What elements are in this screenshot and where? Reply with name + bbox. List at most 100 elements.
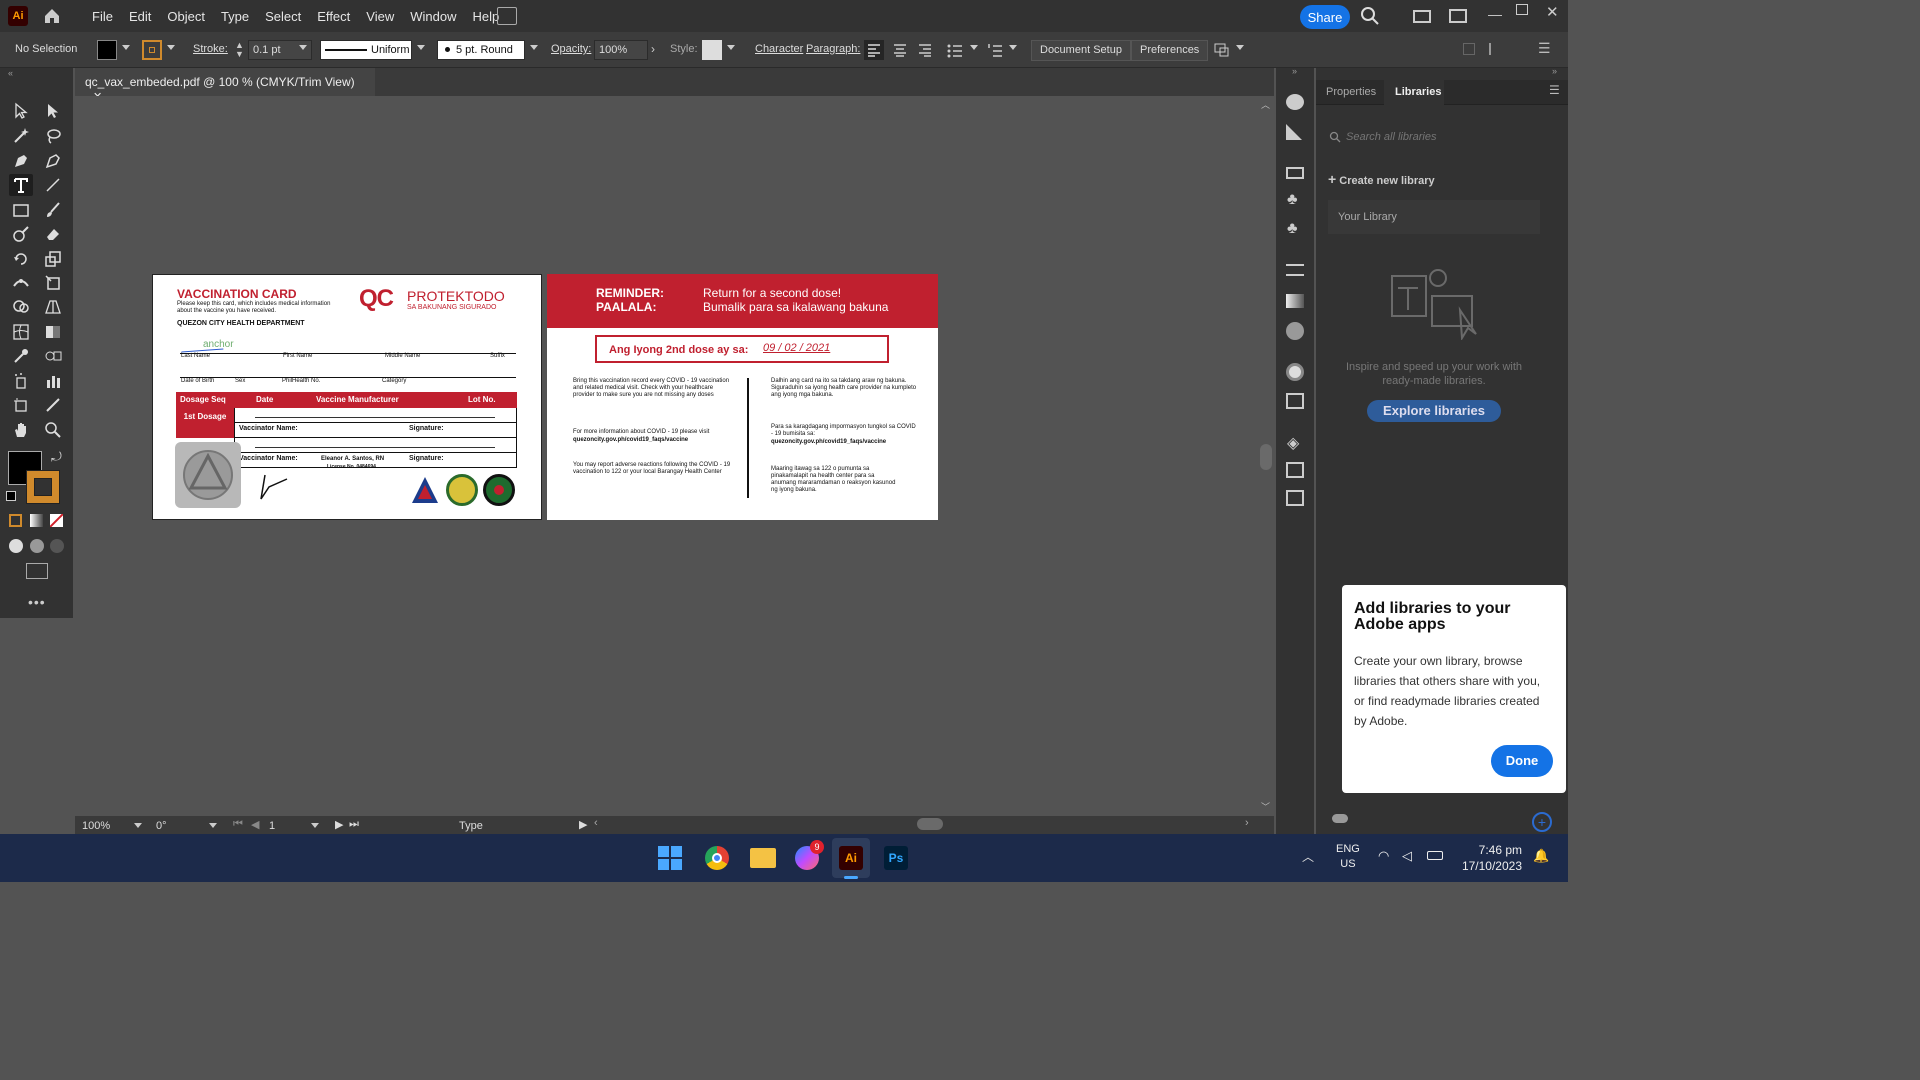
collapse-toolbar-icon[interactable]: « — [8, 68, 13, 78]
zoom-dropdown-icon[interactable] — [134, 823, 142, 828]
arrange-icon[interactable] — [1213, 41, 1231, 62]
variable-width-profile[interactable]: Uniform — [320, 40, 412, 60]
document-setup-button[interactable]: Document Setup — [1031, 40, 1131, 61]
graphic-style-swatch[interactable] — [702, 40, 722, 60]
opacity-input[interactable]: 100% — [594, 40, 648, 60]
stroke-label[interactable]: Stroke: — [193, 43, 228, 55]
artboard-tool-icon[interactable] — [9, 394, 33, 416]
first-artboard-icon[interactable]: ⏮ — [233, 818, 243, 831]
swatches-icon[interactable] — [1286, 167, 1304, 179]
scroll-right-icon[interactable]: › — [1245, 817, 1249, 829]
curvature-tool-icon[interactable] — [41, 150, 65, 172]
menu-file[interactable]: File — [84, 9, 121, 24]
default-colors-icon[interactable] — [6, 491, 16, 501]
artboards-icon[interactable] — [1286, 490, 1304, 506]
fill-dropdown-icon[interactable] — [122, 45, 130, 50]
stroke-weight-dropdown-icon[interactable] — [299, 45, 307, 50]
last-artboard-icon[interactable]: ⏭ — [349, 818, 359, 831]
menu-view[interactable]: View — [358, 9, 402, 24]
align-right-icon[interactable] — [915, 40, 935, 63]
rectangle-tool-icon[interactable] — [9, 199, 33, 221]
menu-edit[interactable]: Edit — [121, 9, 159, 24]
artboard-dropdown-icon[interactable] — [311, 823, 319, 828]
scroll-up-icon[interactable]: ︿ — [1261, 98, 1270, 111]
swap-fill-stroke-icon[interactable]: ⤾ — [51, 449, 62, 465]
battery-icon[interactable] — [1427, 851, 1443, 860]
canvas-area[interactable]: VACCINATION CARD Please keep this card, … — [75, 96, 1273, 816]
shape-builder-tool-icon[interactable] — [9, 296, 33, 318]
align-center-icon[interactable] — [890, 40, 910, 63]
arrange-documents-icon[interactable] — [497, 7, 517, 25]
appearance-icon[interactable] — [1286, 363, 1304, 381]
wifi-icon[interactable]: ◠ — [1378, 848, 1389, 864]
rotation-dropdown-icon[interactable] — [209, 823, 217, 828]
gradient-mode-icon[interactable] — [30, 514, 43, 527]
status-menu-icon[interactable]: ▶ — [579, 818, 587, 831]
clock[interactable]: 7:46 pm 17/10/2023 — [1456, 842, 1522, 874]
slice-tool-icon[interactable] — [41, 394, 65, 416]
shaper-tool-icon[interactable] — [9, 223, 33, 245]
cloud-sync-icon[interactable] — [1332, 814, 1348, 823]
rotate-tool-icon[interactable] — [9, 248, 33, 270]
opacity-label[interactable]: Opacity: — [551, 43, 591, 55]
color-panel-icon[interactable] — [1286, 94, 1304, 110]
symbols-icon[interactable]: ♣ — [1287, 220, 1298, 238]
transparency-icon[interactable] — [1286, 322, 1304, 340]
bullets-dropdown-icon[interactable] — [970, 45, 978, 50]
screen-mode-icon[interactable] — [26, 563, 48, 579]
magic-wand-tool-icon[interactable] — [9, 125, 33, 147]
preferences-button[interactable]: Preferences — [1131, 40, 1209, 61]
hand-tool-icon[interactable] — [9, 419, 33, 441]
opacity-arrow-icon[interactable]: › — [651, 42, 655, 56]
line-segment-tool-icon[interactable] — [41, 174, 65, 196]
explore-libraries-button[interactable]: Explore libraries — [1367, 400, 1501, 422]
home-icon[interactable] — [42, 6, 62, 26]
free-transform-tool-icon[interactable] — [41, 272, 65, 294]
brush-dropdown-icon[interactable] — [530, 45, 538, 50]
rotation-value[interactable]: 0° — [156, 820, 167, 832]
vertical-scrollbar[interactable]: ︿ ﹀ — [1259, 96, 1273, 816]
stroke-swatch[interactable] — [142, 40, 162, 60]
collapse-icon-strip-icon[interactable]: » — [1292, 66, 1297, 76]
numbering-icon[interactable] — [986, 41, 1004, 62]
type-tool-icon[interactable] — [9, 174, 33, 196]
your-library-item[interactable]: Your Library — [1328, 200, 1540, 234]
blend-tool-icon[interactable] — [41, 345, 65, 367]
add-library-item-icon[interactable]: + — [1532, 812, 1552, 832]
prev-artboard-icon[interactable]: ◀ — [251, 818, 259, 831]
stroke-weight-input[interactable]: 0.1 pt — [248, 40, 312, 60]
direct-selection-tool-icon[interactable] — [41, 100, 65, 122]
color-mode-icon[interactable] — [9, 514, 22, 527]
bullets-icon[interactable] — [946, 41, 964, 62]
tab-libraries[interactable]: Libraries — [1395, 86, 1441, 98]
file-explorer-icon[interactable] — [750, 848, 776, 868]
share-button[interactable]: Share — [1300, 5, 1350, 29]
panel-menu-icon[interactable]: ☰ — [1538, 40, 1551, 57]
scroll-down-icon[interactable]: ﹀ — [1261, 800, 1270, 813]
draw-inside-icon[interactable] — [50, 539, 64, 553]
artboard-back[interactable]: REMINDER: PAALALA: Return for a second d… — [547, 274, 938, 520]
search-icon[interactable] — [1360, 6, 1380, 29]
none-mode-icon[interactable] — [50, 514, 63, 527]
illustrator-taskbar-icon[interactable]: Ai — [839, 846, 863, 870]
collapse-panel-icon[interactable]: » — [1552, 66, 1557, 76]
document-tab[interactable]: qc_vax_embeded.pdf @ 100 % (CMYK/Trim Vi… — [75, 68, 375, 103]
search-libraries-input[interactable] — [1346, 128, 1546, 146]
perspective-grid-tool-icon[interactable] — [41, 296, 65, 318]
menu-select[interactable]: Select — [257, 9, 309, 24]
arrange-panels-icon[interactable] — [1449, 9, 1467, 23]
paragraph-link[interactable]: Paragraph: — [806, 43, 860, 55]
graphic-styles-icon[interactable] — [1286, 393, 1304, 409]
vertical-scroll-thumb[interactable] — [1260, 444, 1272, 470]
menu-type[interactable]: Type — [213, 9, 257, 24]
workspace-switcher-icon[interactable] — [1413, 10, 1431, 23]
create-library-button[interactable]: + Create new library — [1328, 171, 1435, 187]
stroke-panel-icon[interactable] — [1286, 264, 1304, 276]
horizontal-scroll-thumb[interactable] — [917, 818, 943, 830]
eraser-tool-icon[interactable] — [41, 223, 65, 245]
chrome-icon[interactable] — [705, 846, 729, 870]
brush-definition[interactable]: 5 pt. Round — [437, 40, 525, 60]
stroke-color-swatch[interactable] — [26, 470, 60, 504]
restore-icon[interactable] — [1516, 4, 1528, 15]
artboard-front[interactable]: VACCINATION CARD Please keep this card, … — [152, 274, 542, 520]
